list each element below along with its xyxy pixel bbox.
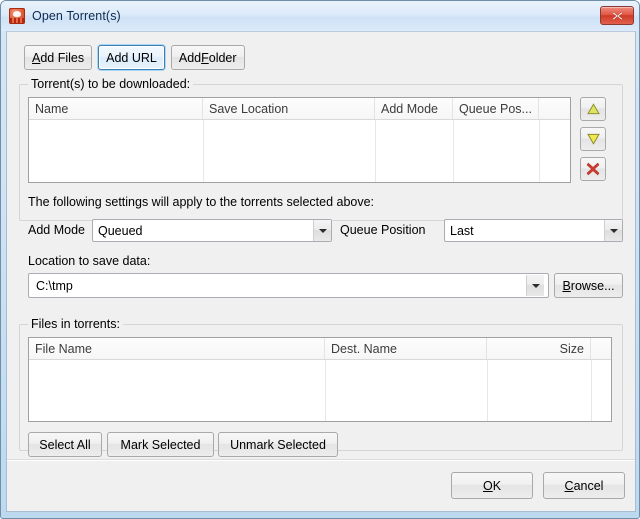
location-value[interactable]: C:\tmp: [29, 279, 526, 293]
title-bar: Open Torrent(s): [1, 1, 639, 31]
column-header-spacer: [539, 98, 570, 119]
add-files-button[interactable]: Add Files: [24, 45, 93, 70]
column-divider: [591, 360, 592, 421]
column-header-name[interactable]: Name: [29, 98, 203, 119]
window-title: Open Torrent(s): [32, 9, 121, 23]
location-label: Location to save data:: [28, 254, 151, 268]
red-x-icon: [586, 162, 600, 176]
files-group-label: Files in torrents:: [28, 317, 123, 331]
queue-position-label: Queue Position: [340, 223, 426, 237]
column-header-spacer: [591, 338, 611, 359]
torrents-listview-body[interactable]: [29, 120, 570, 182]
remove-torrent-button[interactable]: [580, 157, 606, 181]
add-url-button[interactable]: Add URL: [98, 45, 165, 70]
add-mode-label: Add Mode: [28, 223, 85, 237]
column-divider: [487, 360, 488, 421]
column-divider: [325, 360, 326, 421]
chevron-down-icon[interactable]: [526, 275, 544, 296]
triangle-up-icon: [586, 103, 600, 115]
chevron-down-icon[interactable]: [604, 220, 622, 241]
column-divider: [453, 120, 454, 182]
add-mode-value: Queued: [98, 223, 143, 238]
cancel-button[interactable]: Cancel: [543, 472, 625, 499]
close-button[interactable]: [600, 6, 634, 25]
window-frame: Open Torrent(s) Add Files Add URL Add Fo…: [0, 0, 640, 519]
mark-selected-button[interactable]: Mark Selected: [107, 432, 214, 457]
column-header-add-mode[interactable]: Add Mode: [375, 98, 453, 119]
column-divider: [375, 120, 376, 182]
column-header-size[interactable]: Size: [487, 338, 591, 359]
queue-position-value: Last: [450, 223, 474, 238]
triangle-down-icon: [586, 133, 600, 145]
location-combo[interactable]: C:\tmp: [28, 273, 549, 298]
add-mode-combo[interactable]: Queued: [92, 219, 332, 242]
column-header-queue-pos[interactable]: Queue Pos...: [453, 98, 539, 119]
torrents-listview-header: Name Save Location Add Mode Queue Pos...: [29, 98, 570, 120]
close-icon: [611, 11, 623, 20]
unmark-selected-button[interactable]: Unmark Selected: [218, 432, 338, 457]
add-folder-button[interactable]: Add Folder: [170, 45, 245, 70]
column-header-file-name[interactable]: File Name: [29, 338, 325, 359]
ok-button[interactable]: OK: [451, 472, 533, 499]
move-down-button[interactable]: [580, 127, 606, 151]
settings-description: The following settings will apply to the…: [28, 195, 375, 209]
select-all-button[interactable]: Select All: [28, 432, 102, 457]
chevron-down-icon[interactable]: [313, 220, 331, 241]
torrents-listview[interactable]: Name Save Location Add Mode Queue Pos...: [28, 97, 571, 183]
dialog-client-area: Add Files Add URL Add Folder Torrent(s) …: [6, 31, 636, 512]
add-toolbar: Add Files Add URL Add Folder: [24, 45, 245, 70]
browse-button[interactable]: Browse...: [554, 273, 623, 298]
column-header-dest-name[interactable]: Dest. Name: [325, 338, 487, 359]
footer-separator: [7, 459, 635, 461]
torrents-group-label: Torrent(s) to be downloaded:: [28, 77, 194, 91]
column-divider: [539, 120, 540, 182]
column-divider: [203, 120, 204, 182]
files-listview[interactable]: File Name Dest. Name Size: [28, 337, 612, 422]
queue-position-combo[interactable]: Last: [444, 219, 623, 242]
utorrent-app-icon: [9, 8, 25, 24]
column-header-save-location[interactable]: Save Location: [203, 98, 375, 119]
files-listview-header: File Name Dest. Name Size: [29, 338, 611, 360]
files-listview-body[interactable]: [29, 360, 611, 421]
move-up-button[interactable]: [580, 97, 606, 121]
